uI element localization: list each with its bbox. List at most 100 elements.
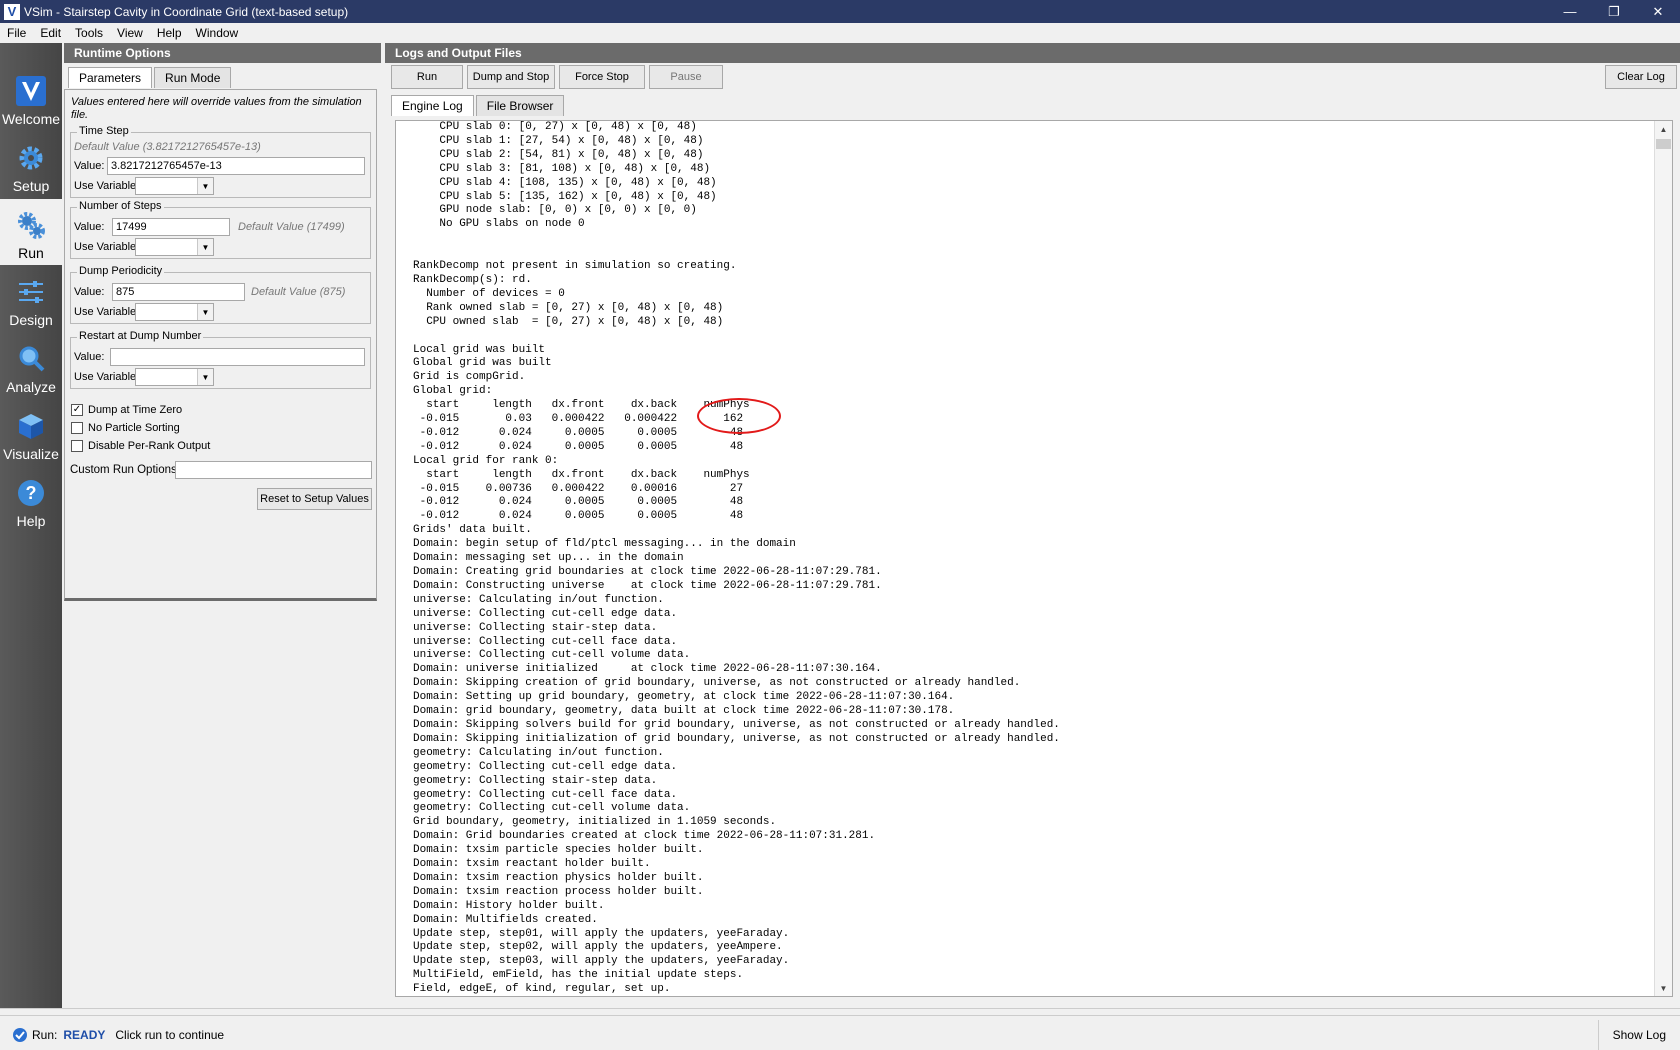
log-line: universe: Calculating in/out function. — [413, 593, 664, 606]
log-line: Domain: Skipping initialization of grid … — [413, 732, 1060, 745]
log-line: MultiField, emField, has the initial upd… — [413, 969, 744, 982]
menu-window[interactable]: Window — [189, 26, 246, 40]
log-scrollbar[interactable]: ▲ ▼ — [1654, 121, 1672, 996]
log-line: universe: Collecting cut-cell face data. — [413, 635, 678, 648]
log-line: Domain: messaging set up... in the domai… — [413, 552, 684, 565]
log-line: Domain: universe initialized at clock ti… — [413, 663, 882, 676]
log-line: CPU slab 5: [135, 162) x [0, 48) x [0, 4… — [413, 190, 717, 203]
log-line: -0.012 0.024 0.0005 0.0005 48 — [413, 440, 744, 453]
status-state: READY — [63, 1028, 106, 1042]
close-icon[interactable]: ✕ — [1636, 0, 1680, 23]
tab-parameters[interactable]: Parameters — [68, 67, 153, 88]
log-line: Domain: Creating grid boundaries at cloc… — [413, 566, 882, 578]
log-line: Update step, step01, will apply the upda… — [413, 927, 790, 940]
restart-value-label: Value: — [74, 351, 105, 363]
menu-file[interactable]: File — [0, 26, 33, 40]
restore-icon[interactable]: ❐ — [1592, 0, 1636, 23]
log-line: CPU slab 0: [0, 27) x [0, 48) x [0, 48) — [413, 121, 697, 133]
force-stop-button[interactable]: Force Stop — [559, 65, 645, 89]
dump-periodicity-group: Dump Periodicity Value: 875 Default Valu… — [70, 265, 371, 324]
checkmark-icon: ✓ — [71, 404, 83, 416]
log-line: Grid boundary, geometry, initialized in … — [413, 816, 777, 829]
menu-bar: File Edit Tools View Help Window — [0, 23, 1680, 43]
number-of-steps-group: Number of Steps Value: 17499 Default Val… — [70, 200, 371, 259]
run-button[interactable]: Run — [391, 65, 463, 89]
vsim-logo-icon: V — [4, 3, 20, 20]
time-step-group: Time Step Default Value (3.8217212765457… — [70, 125, 371, 198]
bottom-splitter[interactable] — [0, 1008, 1680, 1016]
nav-design[interactable]: Design — [0, 266, 62, 332]
scroll-thumb[interactable] — [1656, 139, 1671, 149]
tab-engine-log[interactable]: Engine Log — [391, 95, 474, 116]
log-line: universe: Collecting cut-cell volume dat… — [413, 649, 691, 662]
log-line: Global grid was built — [413, 357, 552, 370]
pause-button[interactable]: Pause — [649, 65, 723, 89]
nav-welcome[interactable]: Welcome — [0, 65, 62, 131]
no-particle-sorting-checkbox[interactable]: No Particle Sorting — [71, 422, 180, 434]
scroll-up-icon[interactable]: ▲ — [1655, 121, 1672, 137]
log-line: CPU slab 2: [54, 81) x [0, 48) x [0, 48) — [413, 148, 704, 161]
log-line: Domain: txsim particle species holder bu… — [413, 844, 704, 857]
menu-edit[interactable]: Edit — [33, 26, 68, 40]
log-line: Grids' data built. — [413, 524, 532, 537]
reset-to-setup-values-button[interactable]: Reset to Setup Values — [257, 488, 372, 510]
log-line: CPU slab 1: [27, 54) x [0, 48) x [0, 48) — [413, 134, 704, 147]
log-line: Domain: History holder built. — [413, 899, 605, 912]
log-line: GPU node slab: [0, 0) x [0, 0) x [0, 0) — [413, 204, 697, 217]
nav-run[interactable]: Run — [0, 199, 62, 265]
nav-setup[interactable]: Setup — [0, 132, 62, 198]
restart-variable-select[interactable]: ▼ — [135, 368, 214, 386]
minimize-icon[interactable]: — — [1548, 0, 1592, 23]
time-step-input[interactable]: 3.8217212765457e-13 — [107, 157, 365, 175]
log-line: Local grid was built — [413, 343, 546, 356]
engine-log-view[interactable]: CPU slab 0: [0, 27) x [0, 48) x [0, 48) … — [395, 120, 1673, 997]
nav-analyze-label: Analyze — [6, 379, 56, 395]
log-line: Domain: Skipping creation of grid bounda… — [413, 677, 1021, 690]
tab-file-browser[interactable]: File Browser — [475, 95, 565, 116]
engine-log-text: CPU slab 0: [0, 27) x [0, 48) x [0, 48) … — [413, 121, 1060, 996]
log-line: Domain: Grid boundaries created at clock… — [413, 830, 876, 843]
override-note: Values entered here will override values… — [71, 96, 362, 121]
dump-and-stop-button[interactable]: Dump and Stop — [467, 65, 555, 89]
log-line: RankDecomp(s): rd. — [413, 273, 532, 286]
log-line: No GPU slabs on node 0 — [413, 218, 585, 231]
nav-welcome-label: Welcome — [1, 111, 61, 127]
status-message: Click run to continue — [115, 1028, 225, 1042]
custom-run-options-input[interactable] — [175, 461, 372, 479]
logs-panel: Logs and Output Files Run Dump and Stop … — [385, 43, 1680, 1008]
log-line: -0.012 0.024 0.0005 0.0005 48 — [413, 510, 744, 523]
time-step-value-label: Value: — [74, 160, 105, 172]
dump-period-variable-select[interactable]: ▼ — [135, 303, 214, 321]
disable-per-rank-output-checkbox[interactable]: Disable Per-Rank Output — [71, 440, 210, 452]
time-step-variable-select[interactable]: ▼ — [135, 177, 214, 195]
clear-log-button[interactable]: Clear Log — [1605, 65, 1677, 89]
num-steps-input[interactable]: 17499 — [112, 218, 230, 236]
menu-tools[interactable]: Tools — [68, 26, 110, 40]
nav-visualize[interactable]: Visualize — [0, 400, 62, 466]
dump-period-default: Default Value (875) — [251, 286, 346, 298]
menu-help[interactable]: Help — [150, 26, 189, 40]
menu-view[interactable]: View — [110, 26, 150, 40]
log-line: Domain: begin setup of fld/ptcl messagin… — [413, 538, 796, 551]
log-line: Domain: Multifields created. — [413, 913, 598, 926]
nav-help[interactable]: ? Help — [0, 467, 62, 533]
log-line: geometry: Collecting cut-cell volume dat… — [413, 802, 691, 815]
dump-at-time-zero-checkbox[interactable]: ✓ Dump at Time Zero — [71, 404, 182, 416]
log-line: CPU owned slab = [0, 27) x [0, 48) x [0,… — [413, 315, 724, 328]
dump-period-input[interactable]: 875 — [112, 283, 245, 301]
log-line: start length dx.front dx.back numPhys — [413, 468, 750, 481]
svg-text:?: ? — [26, 483, 37, 503]
scroll-down-icon[interactable]: ▼ — [1655, 980, 1672, 996]
tab-run-mode[interactable]: Run Mode — [154, 67, 232, 88]
restart-input[interactable] — [110, 348, 365, 366]
num-steps-variable-select[interactable]: ▼ — [135, 238, 214, 256]
runtime-options-header: Runtime Options — [64, 43, 381, 63]
log-line: Rank owned slab = [0, 27) x [0, 48) x [0… — [413, 301, 724, 314]
log-line: Update step, step03, will apply the upda… — [413, 955, 790, 968]
nav-run-label: Run — [18, 245, 44, 261]
vsim-v-icon — [14, 74, 48, 108]
show-log-button[interactable]: Show Log — [1597, 1020, 1680, 1050]
nav-analyze[interactable]: Analyze — [0, 333, 62, 399]
